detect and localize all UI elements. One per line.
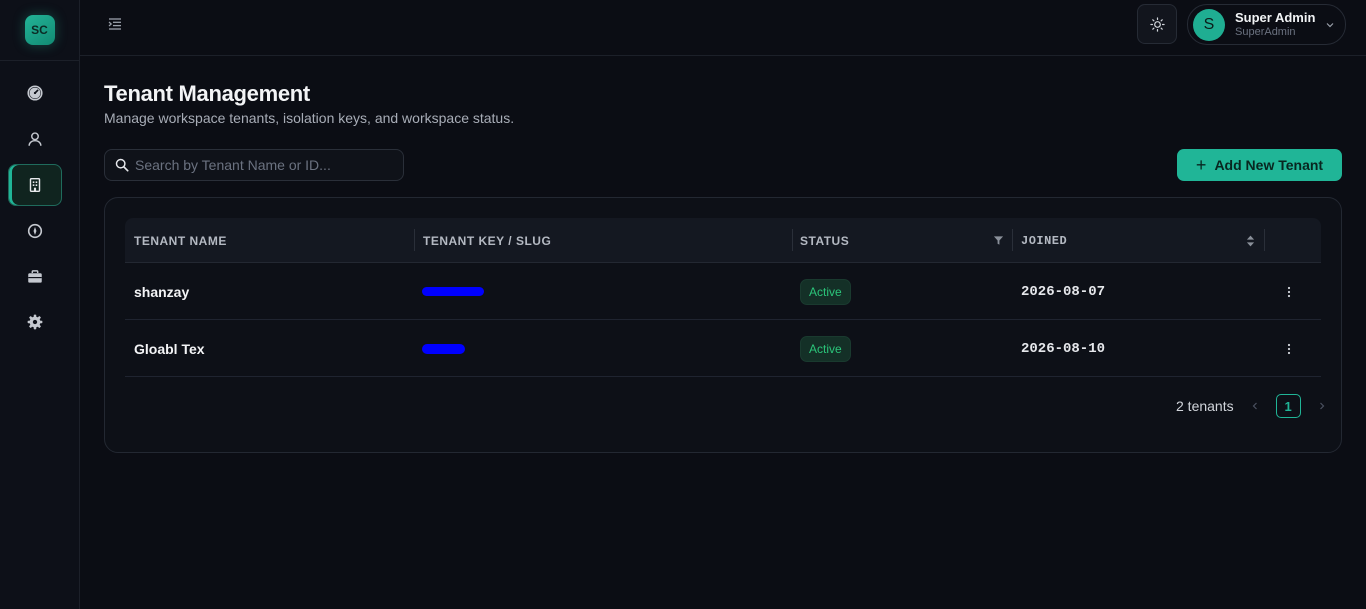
column-divider[interactable] <box>792 229 793 251</box>
column-header-tenant-name: TENANT NAME <box>134 233 227 248</box>
plus-icon: + <box>1195 154 1207 175</box>
column-divider[interactable] <box>1012 229 1013 251</box>
sidebar-item-briefcase[interactable] <box>8 256 62 298</box>
page-subtitle: Manage workspace tenants, isolation keys… <box>104 110 515 126</box>
logo-area: SC <box>0 0 79 61</box>
sidebar-item-tenants[interactable] <box>8 164 62 206</box>
joined-date: 2026-08-10 <box>1021 340 1106 357</box>
status-badge: Active <box>800 335 851 362</box>
page-title: Tenant Management <box>104 81 310 106</box>
user-icon <box>28 132 42 146</box>
sidebar: SC <box>0 0 80 609</box>
app-root: SC S Super Admin SuperAdmin Tenant Manag… <box>0 0 1366 609</box>
menu-toggle-button[interactable] <box>107 16 123 32</box>
add-tenant-button[interactable]: + Add New Tenant <box>1177 149 1342 181</box>
tenant-key-redacted <box>422 287 484 296</box>
search-icon <box>115 158 129 172</box>
sun-icon <box>1149 16 1165 32</box>
tenant-name: Gloabl Tex <box>134 340 205 357</box>
status-filter-button[interactable] <box>993 218 1004 263</box>
status-badge: Active <box>800 278 851 305</box>
compass-icon <box>27 223 43 239</box>
user-role: SuperAdmin <box>1235 25 1296 38</box>
sidebar-item-info[interactable] <box>8 210 62 252</box>
column-divider[interactable] <box>414 229 415 251</box>
sort-icon <box>1246 235 1255 246</box>
more-vertical-icon <box>1287 286 1291 297</box>
page-number-button[interactable]: 1 <box>1275 394 1301 418</box>
avatar: S <box>1193 8 1225 41</box>
more-vertical-icon <box>1287 343 1291 354</box>
row-actions-button[interactable] <box>1283 284 1295 300</box>
column-divider[interactable] <box>1264 229 1265 251</box>
table-row[interactable]: shanzay Active 2026-08-07 <box>125 263 1321 320</box>
sidebar-item-dashboard[interactable] <box>8 72 62 114</box>
gear-icon <box>27 314 43 330</box>
building-icon <box>29 177 41 193</box>
total-count: 2 tenants <box>1176 398 1234 414</box>
top-header: S Super Admin SuperAdmin <box>80 0 1366 56</box>
sidebar-item-users[interactable] <box>8 118 62 160</box>
sidebar-item-settings[interactable] <box>8 301 62 343</box>
column-header-joined: JOINED <box>1021 233 1068 248</box>
search-input[interactable] <box>135 157 385 173</box>
chevron-right-icon <box>1319 402 1324 410</box>
add-tenant-label: Add New Tenant <box>1214 157 1324 173</box>
joined-date: 2026-08-07 <box>1021 283 1106 300</box>
app-logo[interactable]: SC <box>24 15 55 45</box>
prev-page-button[interactable] <box>1248 399 1262 413</box>
chevron-left-icon <box>1252 402 1257 410</box>
pagination: 2 tenants 1 <box>1176 394 1329 418</box>
table-header: TENANT NAME TENANT KEY / SLUG STATUS JOI… <box>125 218 1321 263</box>
briefcase-icon <box>28 270 42 283</box>
tenant-key-redacted <box>422 343 465 354</box>
next-page-button[interactable] <box>1315 399 1329 413</box>
column-header-status: STATUS <box>800 233 850 248</box>
joined-sort-button[interactable] <box>1246 218 1255 263</box>
chevron-down-icon <box>1326 23 1334 28</box>
filter-icon <box>993 236 1004 245</box>
search-box <box>104 149 404 181</box>
menu-collapse-icon <box>108 18 121 30</box>
theme-toggle-button[interactable] <box>1137 4 1177 44</box>
gauge-icon <box>27 85 43 101</box>
column-header-tenant-key: TENANT KEY / SLUG <box>423 233 552 248</box>
tenant-name: shanzay <box>134 283 190 300</box>
user-info: Super Admin SuperAdmin <box>1235 9 1316 39</box>
user-menu[interactable]: S Super Admin SuperAdmin <box>1187 4 1346 45</box>
row-actions-button[interactable] <box>1283 341 1295 357</box>
tenants-card: TENANT NAME TENANT KEY / SLUG STATUS JOI… <box>104 197 1342 453</box>
user-name: Super Admin <box>1235 9 1316 25</box>
table-row[interactable]: Gloabl Tex Active 2026-08-10 <box>125 320 1321 377</box>
tenants-table: TENANT NAME TENANT KEY / SLUG STATUS JOI… <box>125 218 1321 377</box>
